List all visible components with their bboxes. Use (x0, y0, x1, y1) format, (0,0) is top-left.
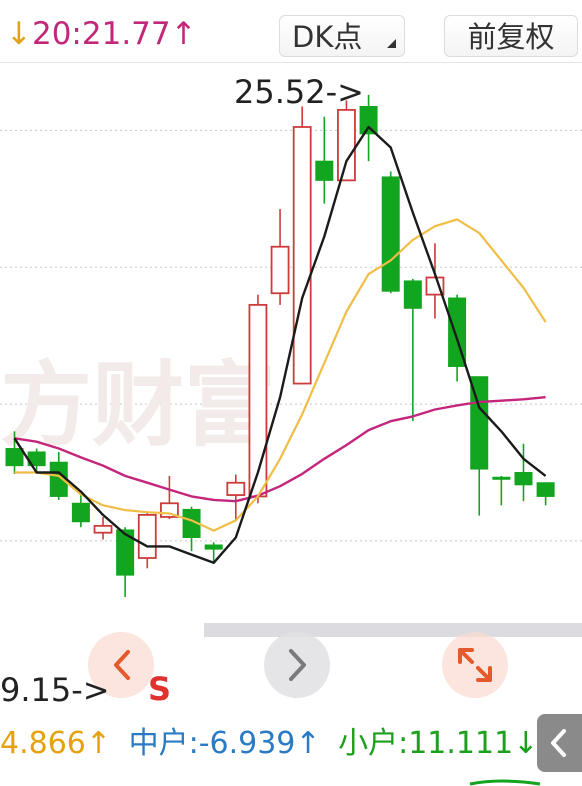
candle-body (226, 481, 246, 496)
ma-arrow: ↓ (6, 16, 32, 52)
candle-body (71, 502, 90, 523)
candle-body (204, 544, 223, 550)
mid-flow-value: -6.939↑ (198, 726, 321, 761)
candle-body (292, 126, 312, 385)
candle-body (337, 108, 356, 182)
adjust-mode-button[interactable]: 前复权 (444, 15, 578, 57)
sell-signal-marker[interactable]: S (148, 670, 171, 708)
candle-body (536, 482, 555, 497)
candle-body (5, 448, 24, 467)
chevron-right-icon (289, 649, 306, 681)
fullscreen-button[interactable] (442, 632, 508, 698)
chart-scroll-bar[interactable] (204, 623, 582, 637)
small-flow-label: 小户: (338, 726, 409, 761)
mid-flow-label: 中户: (128, 726, 199, 761)
adjust-mode-label: 前复权 (467, 20, 555, 54)
kline-chart[interactable]: 方财富 (0, 62, 582, 722)
ma-value: 20:21.77 (31, 16, 171, 52)
chevron-left-icon (551, 729, 566, 757)
candles (5, 94, 555, 598)
candle-body (403, 280, 422, 309)
next-indicator-line (469, 779, 541, 786)
candle-body (270, 245, 290, 295)
candle-body (137, 514, 157, 559)
min-price-label: 9.15-> (0, 671, 110, 709)
small-flow-value: 11.111↓ (408, 726, 539, 761)
candle-body (381, 176, 400, 292)
candle-body (49, 461, 68, 497)
ma-readout: ↓20:21.77↑ (6, 14, 197, 54)
candle-body (514, 471, 533, 486)
next-period-button[interactable] (264, 632, 330, 698)
big-flow-value: 4.866↑ (0, 726, 112, 761)
ma-trend: ↑ (170, 16, 197, 52)
dropdown-caret-icon (387, 39, 396, 48)
max-price-label: 25.52-> (234, 73, 364, 111)
side-panel-toggle[interactable] (537, 714, 582, 772)
candle-body (492, 476, 511, 480)
candle-body (93, 524, 113, 534)
candle-body (315, 160, 334, 181)
chart-toolbar: ↓20:21.77↑ DK点 前复权 (0, 0, 582, 63)
expand-arrows-icon (458, 648, 492, 682)
dk-point-dropdown[interactable]: DK点 (279, 15, 405, 57)
candle-body (248, 303, 268, 498)
watermark-text: 方财富 (0, 355, 276, 457)
dk-point-label: DK点 (292, 20, 363, 54)
capital-flow-row: 4.866↑ 中户:-6.939↑ 小户:11.111↓ (0, 722, 538, 766)
